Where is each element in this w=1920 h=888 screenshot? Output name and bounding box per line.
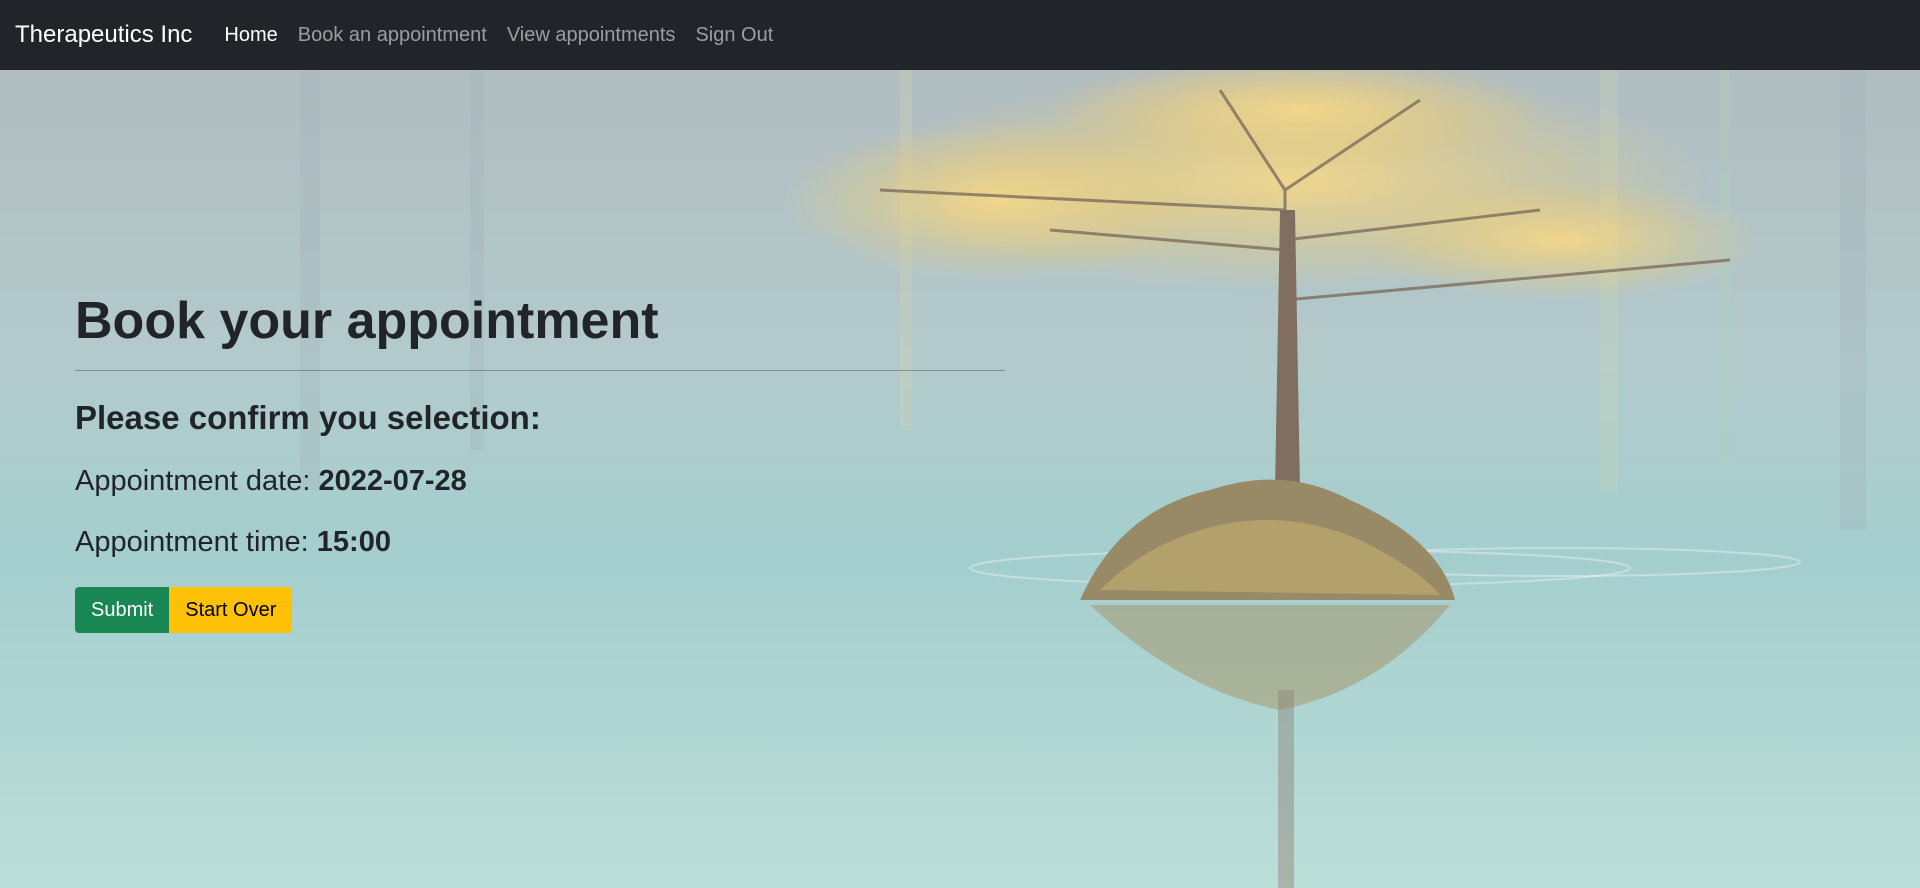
nav-home-link[interactable]: Home [214, 24, 287, 47]
appointment-date-label: Appointment date: [75, 465, 319, 498]
appointment-time-line: Appointment time: 15:00 [75, 526, 1005, 559]
title-divider [75, 370, 1005, 372]
page-title: Book your appointment [75, 292, 659, 350]
confirm-selection-heading: Please confirm you selection: [75, 399, 541, 437]
appointment-date-line: Appointment date: 2022-07-28 [75, 465, 1005, 498]
nav-view-appointments-link[interactable]: View appointments [497, 24, 686, 47]
navbar: Therapeutics Inc Home Book an appointmen… [0, 0, 1920, 70]
appointment-time-label: Appointment time: [75, 526, 317, 559]
submit-button[interactable]: Submit [75, 587, 170, 634]
action-button-group: Submit Start Over [75, 587, 1005, 634]
appointment-time-value: 15:00 [316, 526, 391, 559]
nav-sign-out-link[interactable]: Sign Out [685, 24, 783, 47]
nav-book-appointment-link[interactable]: Book an appointment [288, 24, 497, 47]
start-over-button[interactable]: Start Over [169, 587, 293, 634]
brand-link[interactable]: Therapeutics Inc [15, 21, 192, 49]
appointment-date-value: 2022-07-28 [318, 465, 467, 498]
booking-confirmation-panel: Book your appointment Please confirm you… [75, 290, 1005, 634]
